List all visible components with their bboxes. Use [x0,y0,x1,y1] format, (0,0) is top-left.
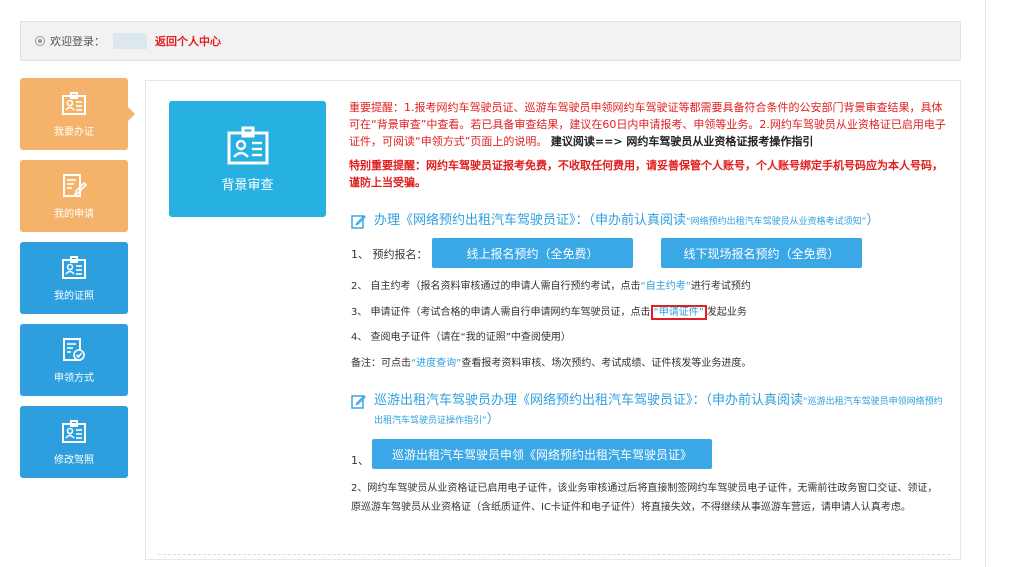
step3-end: 发起业务 [706,307,747,318]
section-title: 巡游出租汽车驾驶员办理《网络预约出租汽车驾驶员证》：（申办前认真阅读 [374,393,804,408]
cruise-step2-row: 2、网约车驾驶员从业资格证已启用电子证件，该业务审核通过后将直接制签网约车驾驶员… [351,483,938,513]
step1-label: 1、 预约报名： [351,248,428,261]
main-panel: 背景审查 重要提醒：1.报考网约车驾驶员证、巡游车驾驶员申领网约车驾驶证等都需要… [145,80,961,560]
edit-pen-icon [351,395,366,409]
step2-text: 2、 自主约考（报名资料审核通过的申请人需自行预约考试，点击 [351,281,641,292]
progress-query-link[interactable]: “进度查询” [411,358,461,369]
self-schedule-exam-link[interactable]: “自主约考” [641,281,691,292]
sidebar-item-label: 修改驾照 [54,454,94,466]
welcome-label: 欢迎登录： [50,35,105,48]
note-end: 查看报考资料审核、场次预约、考试成绩、证件核发等业务进度。 [461,358,752,369]
section-cruise-taxi-driver: 巡游出租汽车驾驶员办理《网络预约出租汽车驾驶员证》：（申办前认真阅读“巡游出租汽… [351,392,951,430]
step3-row: 3、 申请证件（考试合格的申请人需自行申请网约车驾驶员证，点击 “申请证件” 发起业… [351,305,747,321]
sidebar-item-claim-method[interactable]: 申领方式 [20,324,128,396]
sidebar-item-label: 我要办证 [54,126,94,138]
return-personal-center-link[interactable]: 返回个人中心 [155,33,221,49]
note-row: 备注：可点击“进度查询”查看报考资料审核、场次预约、考试成绩、证件核发等业务进度… [351,356,751,372]
cruise-driver-apply-button[interactable]: 巡游出租汽车驾驶员申领《网络预约出租汽车驾驶员证》 [372,439,712,469]
exam-notice-link[interactable]: “网络预约出租汽车驾驶员从业资格考试须知” [686,217,866,227]
edit-pen-icon [351,215,366,229]
id-card-icon [62,419,86,443]
divider [158,554,950,555]
sidebar-item-my-applications[interactable]: 我的申请 [20,160,128,232]
offline-registration-button[interactable]: 线下现场报名预约（全免费） [661,238,862,268]
scrollbar-edge [985,0,986,567]
section-online-taxi-license: 办理《网络预约出租汽车驾驶员证》：（申办前认真阅读“网络预约出租汽车驾驶员从业资… [351,212,951,231]
step2-row: 2、 自主约考（报名资料审核通过的申请人需自行预约考试，点击“自主约考”进行考试… [351,279,751,295]
background-check-tile[interactable]: 背景审查 [169,101,326,217]
id-card-icon [62,255,86,279]
sidebar-item-my-licenses[interactable]: 我的证照 [20,242,128,314]
step2-end: 进行考试预约 [690,281,751,292]
online-registration-button[interactable]: 线上报名预约（全免费） [432,238,633,268]
step3-text: 3、 申请证件（考试合格的申请人需自行申请网约车驾驶员证，点击 [351,307,651,318]
note-text: 备注：可点击 [351,358,411,369]
section-title-end: ） [866,213,880,228]
special-notice: 特别重要提醒：网约车驾驶员证报考免费，不收取任何费用，请妥善保管个人账号，个人账… [349,159,943,189]
operation-guide-link[interactable]: 建议阅读==> 网约车驾驶员从业资格证报考操作指引 [551,135,813,148]
welcome-bar: 欢迎登录： 返回个人中心 [20,21,961,61]
background-check-label: 背景审查 [221,177,274,193]
id-card-icon [62,91,86,115]
id-card-icon [227,126,268,164]
cruise-step1-label: 1、 [351,454,369,467]
sidebar-item-label: 我的申请 [54,208,94,220]
sidebar-item-label: 我的证照 [54,290,94,302]
sidebar-item-apply[interactable]: 我要办证 [20,78,135,150]
sidebar-item-modify-license[interactable]: 修改驾照 [20,406,128,478]
user-circle-icon [35,36,45,46]
checklist-icon [63,337,85,361]
sidebar-item-label: 申领方式 [54,372,94,384]
edit-document-icon [63,173,87,197]
section-title: 办理《网络预约出租汽车驾驶员证》：（申办前认真阅读 [374,213,687,228]
important-notice: 重要提醒：1.报考网约车驾驶员证、巡游车驾驶员申领网约车驾驶证等都需要具备符合条… [349,99,949,150]
apply-license-link[interactable]: “申请证件” [650,305,707,320]
username-mask [113,33,147,49]
section-title-end: ） [486,412,500,427]
step4-row: 4、 查阅电子证件（请在“我的证照”中查阅使用） [351,332,571,343]
